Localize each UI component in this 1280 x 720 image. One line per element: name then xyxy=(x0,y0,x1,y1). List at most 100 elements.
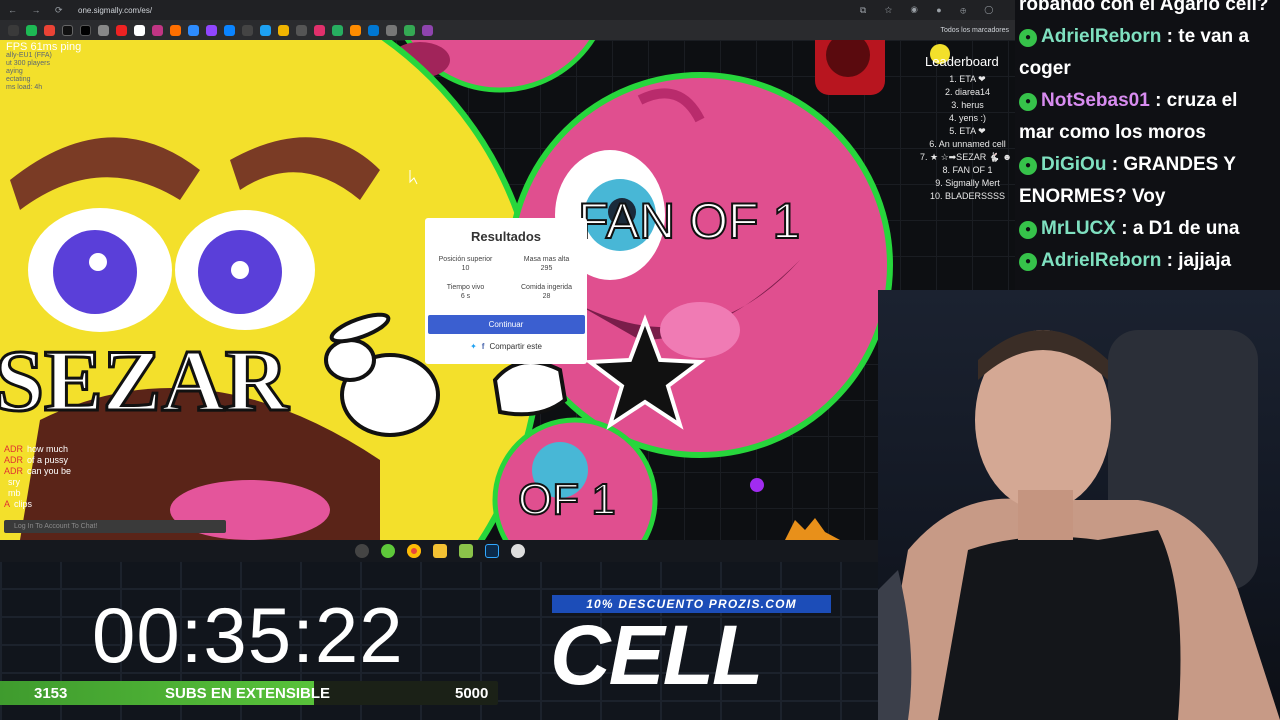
game-stats: FPS 61ms ping ally-EU1 (FFA) ut 300 play… xyxy=(6,42,81,92)
leaderboard-title: Leaderboard xyxy=(925,54,999,69)
bookmark-icon[interactable] xyxy=(26,24,37,36)
stat-label: Comida ingerida xyxy=(521,284,572,291)
subs-goal: 5000 xyxy=(455,685,489,702)
mode-line: ectating xyxy=(6,76,31,83)
leaderboard: Leaderboard 1. ETA ❤ 2. diarea14 3. heru… xyxy=(920,54,1015,203)
bookmark-icon[interactable] xyxy=(278,24,289,36)
stat-label: Masa mas alta xyxy=(523,256,570,263)
leaderboard-item: 4. yens :) xyxy=(948,113,986,123)
chat-message: ● NotSebas01 : cruza el mar como los moro… xyxy=(1019,85,1274,149)
all-bookmarks-link[interactable]: Todos los marcadores xyxy=(941,27,1015,34)
browser-actions-icon[interactable]: ⧉ ☆ ◉ ● ⊕ ◯ xyxy=(860,5,1015,16)
chrome-icon[interactable] xyxy=(407,544,421,558)
webcam-feed xyxy=(878,290,1280,720)
bookmark-icon[interactable] xyxy=(350,24,361,36)
leaderboard-item: 3. herus xyxy=(951,100,984,110)
bookmark-icon[interactable] xyxy=(242,24,253,36)
results-stats: Posición superior 10 Masa mas alta 295 Tie… xyxy=(425,255,587,301)
subs-label: SUBS EN EXTENSIBLE xyxy=(165,685,331,702)
chat-message: robando con el Agario cell? xyxy=(1019,0,1274,21)
facebook-icon[interactable]: f xyxy=(482,342,485,351)
chat-text: of a pussy xyxy=(27,455,69,465)
stat-label: Tiempo vivo xyxy=(446,284,485,291)
chat-username[interactable]: NotSebas01 xyxy=(1041,90,1150,111)
bookmark-icon[interactable] xyxy=(44,24,55,36)
chat-badge-icon: ● xyxy=(1019,93,1037,111)
cell-name-fan: FAN OF 1 xyxy=(578,193,800,249)
food-pellet xyxy=(750,478,764,492)
bookmark-icon[interactable] xyxy=(404,24,415,36)
leaderboard-item: 5. ETA ❤ xyxy=(949,126,986,136)
chat-badge-icon: ● xyxy=(1019,221,1037,239)
stat-top-position: Posición superior 10 xyxy=(425,255,506,273)
chat-username[interactable]: AdrielReborn xyxy=(1041,26,1161,47)
mode-line: ms load: 4h xyxy=(6,84,43,91)
stat-value: 295 xyxy=(540,265,553,272)
bookmark-icon[interactable] xyxy=(332,24,343,36)
app-icon[interactable] xyxy=(381,544,395,558)
nav-arrows-icon[interactable]: ← → ⟳ xyxy=(0,5,78,16)
chat-text: : jajjaja xyxy=(1166,250,1232,271)
bookmark-icon[interactable] xyxy=(422,24,433,36)
bookmark-icon[interactable] xyxy=(98,24,109,36)
bookmark-icon[interactable] xyxy=(188,24,199,36)
chat-line: ADR can you be xyxy=(4,466,71,477)
bookmark-icon[interactable] xyxy=(260,24,271,36)
bookmark-icon[interactable] xyxy=(296,24,307,36)
browser-window: ← → ⟳ one.sigmally.com/es/ ⧉ ☆ ◉ ● ⊕ ◯ T… xyxy=(0,0,1015,560)
chat-line: sry xyxy=(4,477,71,488)
bookmark-icon[interactable] xyxy=(152,24,163,36)
bookmark-icon[interactable] xyxy=(80,24,91,36)
chat-message: ● AdrielReborn : jajjaja xyxy=(1019,245,1274,277)
chat-text: can you be xyxy=(27,466,72,476)
mode-line: ally-EU1 (FFA) xyxy=(6,52,52,59)
bookmark-icon[interactable] xyxy=(224,24,235,36)
heart-shape xyxy=(492,360,568,417)
obs-icon[interactable] xyxy=(355,544,369,558)
chat-username[interactable]: DiGiOu xyxy=(1041,154,1106,175)
bookmark-icon[interactable] xyxy=(116,24,127,36)
chat-message: ● DiGiOu : GRANDES Y ENORMES? Voy xyxy=(1019,149,1274,213)
chat-badge-icon: ● xyxy=(1019,29,1037,47)
chat-message: ● AdrielReborn : te van a coger xyxy=(1019,21,1274,85)
stat-value: 10 xyxy=(461,265,470,272)
stat-value: 6 s xyxy=(460,293,471,300)
taskbar xyxy=(0,540,880,562)
folder-icon[interactable] xyxy=(433,544,447,558)
chat-text: clips xyxy=(14,499,33,509)
chat-line: mb xyxy=(4,488,71,499)
bookmark-icon[interactable] xyxy=(206,24,217,36)
continue-button[interactable]: Continuar xyxy=(427,315,585,334)
chat-username[interactable]: AdrielReborn xyxy=(1041,250,1161,271)
chat-username[interactable]: MrLUCX xyxy=(1041,218,1116,239)
leaderboard-item: 8. FAN OF 1 xyxy=(942,165,993,175)
chat-line: Aclips xyxy=(4,499,71,510)
leaderboard-item: 10. BLADERSSSS xyxy=(929,191,1006,201)
subs-current: 3153 xyxy=(34,685,68,702)
stat-max-mass: Masa mas alta 295 xyxy=(506,255,587,273)
address-bar[interactable]: one.sigmally.com/es/ xyxy=(78,6,152,15)
twitter-icon[interactable]: ✦ xyxy=(470,342,477,351)
cell-name-fan-partial: OF 1 xyxy=(518,475,616,524)
chat-user: A xyxy=(4,499,11,509)
app-icon[interactable] xyxy=(459,544,473,558)
share-label[interactable]: Compartir este xyxy=(489,342,541,351)
chat-badge-icon: ● xyxy=(1019,253,1037,271)
share-row[interactable]: ✦ f Compartir este xyxy=(425,342,587,351)
chat-text: how much xyxy=(27,444,69,454)
leaderboard-item: 6. An unnamed cell xyxy=(929,139,1006,149)
leaderboard-item: 2. diarea14 xyxy=(944,87,991,97)
photoshop-icon[interactable] xyxy=(485,544,499,558)
cell-logo: CELL xyxy=(550,608,763,702)
bookmark-icon[interactable] xyxy=(62,24,73,36)
bookmark-icon[interactable] xyxy=(314,24,325,36)
bookmarks-bar: Todos los marcadores xyxy=(0,20,1015,40)
bookmark-icon[interactable] xyxy=(134,24,145,36)
bookmark-icon[interactable] xyxy=(368,24,379,36)
bookmark-icon[interactable] xyxy=(8,24,19,36)
bookmark-icon[interactable] xyxy=(170,24,181,36)
chat-input[interactable]: Log In To Account To Chat! xyxy=(4,520,226,533)
bookmark-icon[interactable] xyxy=(386,24,397,36)
app-icon[interactable] xyxy=(511,544,525,558)
mode-line: ut 300 players xyxy=(6,60,50,67)
